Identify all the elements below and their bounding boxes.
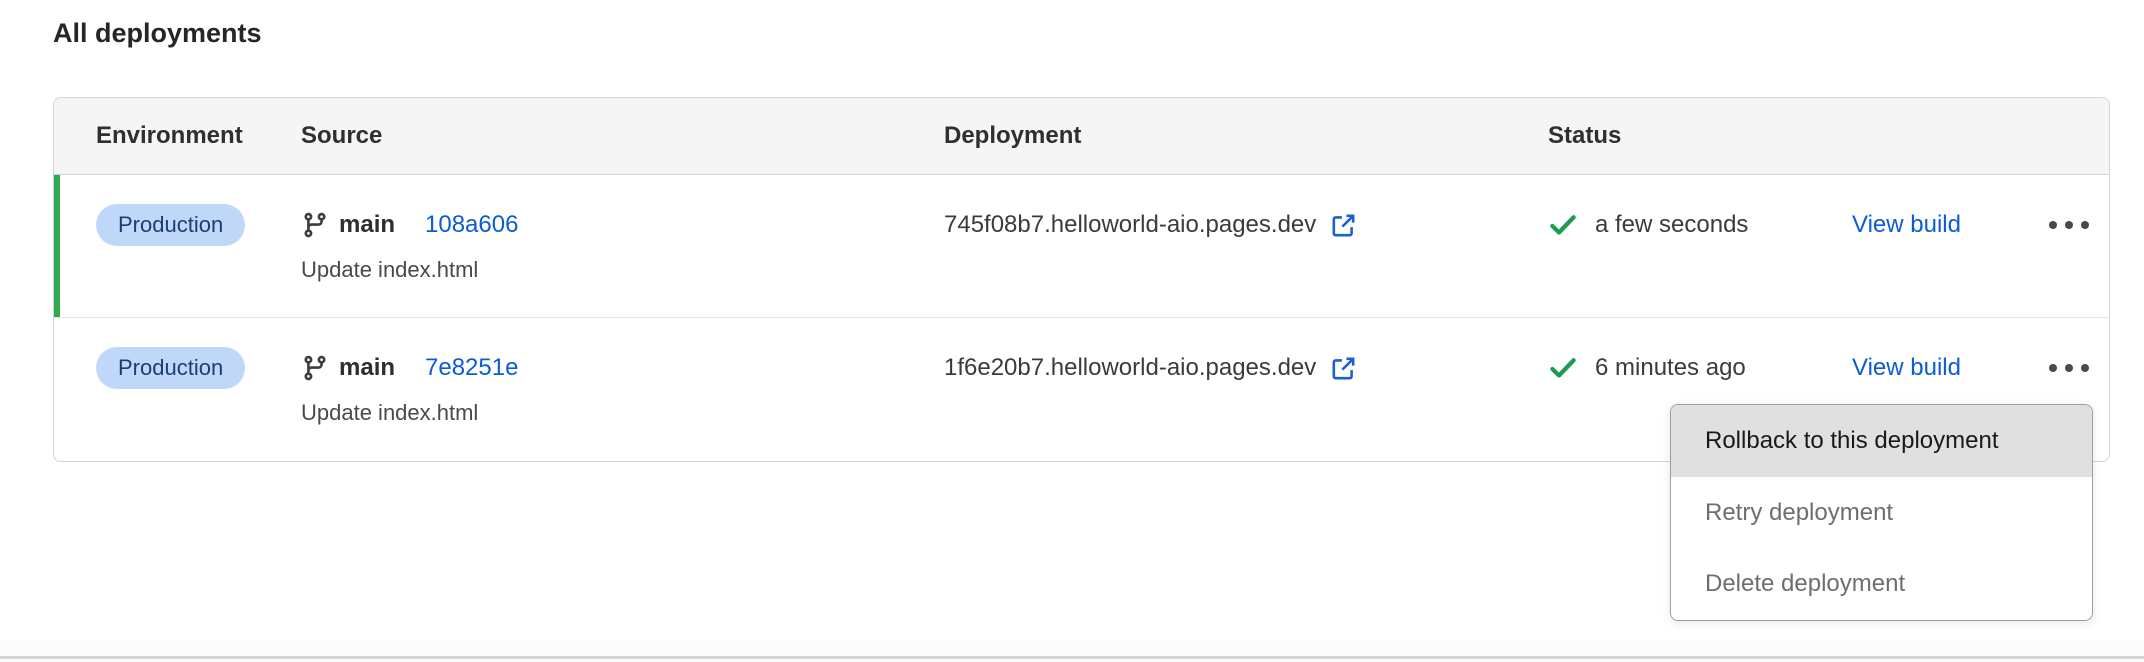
deployment-row-current: Production main 108a606 Update index.htm… <box>54 175 2109 318</box>
deployment-url: 745f08b7.helloworld-aio.pages.dev <box>944 211 1316 239</box>
deployments-page: All deployments Environment Source Deplo… <box>0 0 2144 662</box>
view-build-link[interactable]: View build <box>1852 354 1961 382</box>
branch-name: main <box>339 211 395 239</box>
git-branch-icon <box>301 211 329 239</box>
environment-cell: Production <box>96 203 245 247</box>
commit-message: Update index.html <box>301 400 478 426</box>
page-title: All deployments <box>53 18 262 49</box>
deployment-cell: 1f6e20b7.helloworld-aio.pages.dev <box>944 346 1357 390</box>
environment-badge: Production <box>96 347 245 389</box>
column-header-deployment: Deployment <box>944 122 1081 150</box>
external-link-icon[interactable] <box>1330 355 1357 382</box>
table-header-row: Environment Source Deployment Status <box>54 98 2109 175</box>
git-branch-icon <box>301 354 329 382</box>
commit-hash-link[interactable]: 108a606 <box>425 211 518 239</box>
deployment-context-menu: Rollback to this deployment Retry deploy… <box>1670 404 2093 621</box>
menu-item-rollback[interactable]: Rollback to this deployment <box>1671 405 2092 477</box>
view-build-link[interactable]: View build <box>1852 211 1961 239</box>
status-time: 6 minutes ago <box>1595 354 1746 382</box>
deployment-url: 1f6e20b7.helloworld-aio.pages.dev <box>944 354 1316 382</box>
column-header-environment: Environment <box>96 122 243 150</box>
current-deployment-indicator-bar <box>54 175 60 317</box>
column-header-source: Source <box>301 122 382 150</box>
branch-name: main <box>339 354 395 382</box>
deployment-cell: 745f08b7.helloworld-aio.pages.dev <box>944 203 1357 247</box>
menu-item-delete[interactable]: Delete deployment <box>1671 548 2092 620</box>
ellipsis-icon <box>2049 364 2089 372</box>
view-build-cell: View build <box>1852 346 1961 390</box>
environment-cell: Production <box>96 346 245 390</box>
status-cell: a few seconds <box>1548 203 1748 247</box>
status-cell: 6 minutes ago <box>1548 346 1746 390</box>
commit-message: Update index.html <box>301 257 478 283</box>
commit-hash-link[interactable]: 7e8251e <box>425 354 518 382</box>
environment-badge: Production <box>96 204 245 246</box>
source-cell: main 108a606 <box>301 203 518 247</box>
status-time: a few seconds <box>1595 211 1748 239</box>
menu-item-retry[interactable]: Retry deployment <box>1671 477 2092 549</box>
page-bottom-divider <box>0 656 2144 659</box>
source-cell: main 7e8251e <box>301 346 518 390</box>
row-actions-menu-button[interactable] <box>2034 203 2104 247</box>
external-link-icon[interactable] <box>1330 212 1357 239</box>
row-actions-menu-button[interactable] <box>2034 346 2104 390</box>
success-check-icon <box>1548 210 1578 240</box>
ellipsis-icon <box>2049 221 2089 229</box>
success-check-icon <box>1548 353 1578 383</box>
column-header-status: Status <box>1548 122 1621 150</box>
view-build-cell: View build <box>1852 203 1961 247</box>
